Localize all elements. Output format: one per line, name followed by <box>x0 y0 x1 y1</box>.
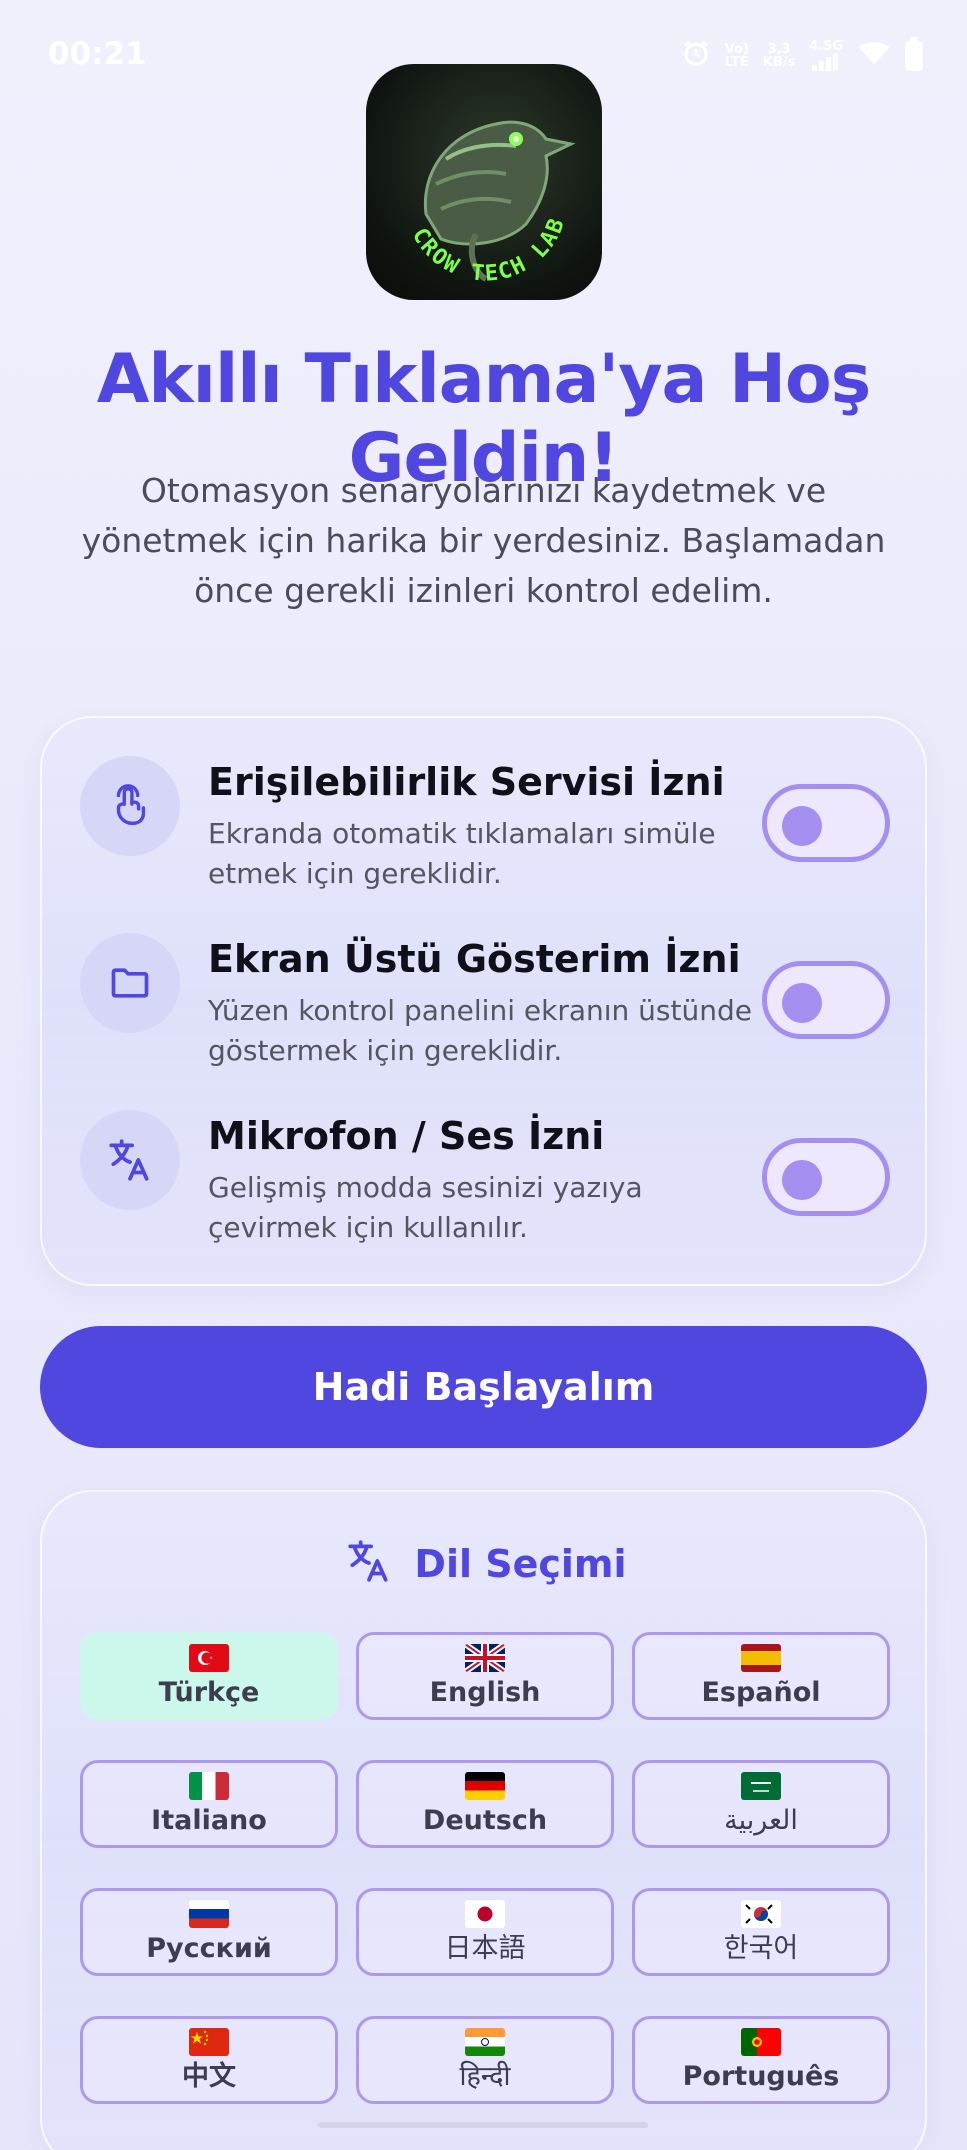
language-option-spanish[interactable]: Español <box>632 1632 890 1720</box>
permission-title: Erişilebilirlik Servisi İzni <box>208 760 725 804</box>
status-icons: Vo) LTE 3,3 KB/s 4.5G <box>681 36 923 73</box>
toggle-knob <box>782 806 822 846</box>
language-label: العربية <box>724 1805 798 1836</box>
saudi-flag-icon <box>741 1772 781 1800</box>
korea-flag-icon <box>741 1900 781 1928</box>
permission-description: Yüzen kontrol panelini ekranın üstünde g… <box>208 994 752 1067</box>
language-option-german[interactable]: Deutsch <box>356 1760 614 1848</box>
language-label: 한국어 <box>723 1933 799 1964</box>
permission-title: Mikrofon / Ses İzni <box>208 1114 605 1158</box>
battery-icon <box>905 36 923 71</box>
language-label: 日本語 <box>444 1933 526 1964</box>
toggle-knob <box>782 1160 822 1200</box>
germany-flag-icon <box>465 1772 505 1800</box>
permission-row-overlay: Ekran Üstü Gösterim İzni Yüzen kontrol p… <box>42 895 929 1067</box>
page-subtitle: Otomasyon senaryolarınızı kaydetmek ve y… <box>81 471 886 610</box>
network-speed: 3,3 KB/s <box>763 43 795 69</box>
status-time: 00:21 <box>48 36 147 72</box>
italy-flag-icon <box>189 1772 229 1800</box>
language-label: Español <box>701 1677 821 1708</box>
china-flag-icon <box>189 2028 229 2056</box>
alarm-icon <box>681 38 711 73</box>
language-label: Türkçe <box>158 1677 260 1708</box>
uk-flag-icon <box>465 1644 505 1672</box>
language-option-english[interactable]: English <box>356 1632 614 1720</box>
signal-icon <box>812 53 839 71</box>
language-label: Português <box>682 2061 840 2092</box>
permission-title: Ekran Üstü Gösterim İzni <box>208 937 741 981</box>
navigation-handle[interactable] <box>318 2122 648 2128</box>
language-label: Italiano <box>151 1805 267 1836</box>
turkey-flag-icon <box>189 1644 229 1672</box>
language-label: 中文 <box>182 2061 236 2092</box>
language-option-japanese[interactable]: 日本語 <box>356 1888 614 1976</box>
language-option-hindi[interactable]: हिन्दी <box>356 2016 614 2104</box>
permission-row-accessibility: Erişilebilirlik Servisi İzni Ekranda oto… <box>42 718 929 890</box>
permission-description: Ekranda otomatik tıklamaları simüle etme… <box>208 817 716 890</box>
network-label-volte: Vo) <box>724 41 749 57</box>
language-card: Dil Seçimi Türkçe English Español Italia… <box>40 1490 927 2150</box>
start-button[interactable]: Hadi Başlayalım <box>40 1326 927 1448</box>
signal-indicator: 4.5G <box>809 40 843 71</box>
speed-value: 3,3 <box>767 41 791 57</box>
overlay-permission-toggle[interactable] <box>762 961 890 1039</box>
translate-icon <box>344 1536 394 1591</box>
language-option-chinese[interactable]: 中文 <box>80 2016 338 2104</box>
network-type: Vo) LTE <box>725 43 749 69</box>
permissions-card: Erişilebilirlik Servisi İzni Ekranda oto… <box>40 716 927 1286</box>
permission-description: Gelişmiş modda sesinizi yazıya çevirmek … <box>208 1171 643 1244</box>
folder-icon <box>80 933 180 1033</box>
russia-flag-icon <box>189 1900 229 1928</box>
language-option-turkish[interactable]: Türkçe <box>80 1632 338 1720</box>
microphone-permission-toggle[interactable] <box>762 1138 890 1216</box>
translate-icon <box>80 1110 180 1210</box>
network-label-lte: LTE <box>724 54 749 70</box>
language-option-russian[interactable]: Русский <box>80 1888 338 1976</box>
wifi-icon <box>857 39 891 72</box>
language-label: Русский <box>146 1933 272 1964</box>
speed-unit: KB/s <box>762 54 796 70</box>
toggle-knob <box>782 983 822 1023</box>
language-option-arabic[interactable]: العربية <box>632 1760 890 1848</box>
india-flag-icon <box>465 2028 505 2056</box>
portugal-flag-icon <box>741 2028 781 2056</box>
touch-icon <box>80 756 180 856</box>
language-label: Deutsch <box>422 1805 548 1836</box>
language-label: हिन्दी <box>459 2061 511 2092</box>
signal-label: 4.5G <box>809 39 843 54</box>
language-label: English <box>429 1677 541 1708</box>
japan-flag-icon <box>465 1900 505 1928</box>
app-logo: CROW TECH LAB <box>366 64 602 300</box>
accessibility-permission-toggle[interactable] <box>762 784 890 862</box>
language-option-korean[interactable]: 한국어 <box>632 1888 890 1976</box>
permission-row-microphone: Mikrofon / Ses İzni Gelişmiş modda sesin… <box>42 1072 929 1244</box>
language-section-title: Dil Seçimi <box>414 1541 627 1586</box>
spain-flag-icon <box>741 1644 781 1672</box>
language-header: Dil Seçimi <box>42 1536 929 1591</box>
language-option-italian[interactable]: Italiano <box>80 1760 338 1848</box>
language-option-portuguese[interactable]: Português <box>632 2016 890 2104</box>
